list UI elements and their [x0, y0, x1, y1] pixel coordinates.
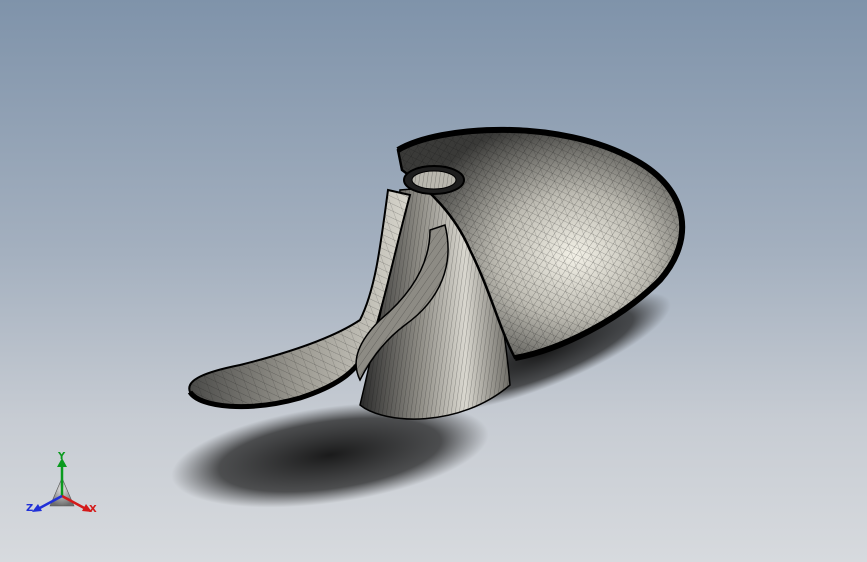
graphics-viewport[interactable]: Y Z X — [0, 0, 867, 562]
y-axis-label: Y — [58, 451, 66, 462]
z-axis-label: Z — [26, 503, 34, 514]
propeller-model[interactable] — [0, 0, 867, 562]
x-axis-label: X — [89, 504, 97, 515]
view-orientation-triad[interactable]: Y Z X — [22, 448, 104, 522]
